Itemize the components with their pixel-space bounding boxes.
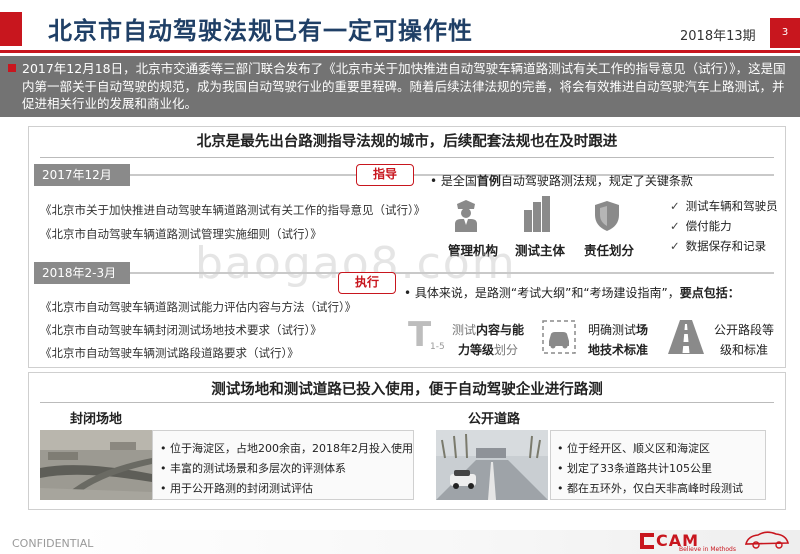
check-text: 测试车辆和驾驶员 xyxy=(685,199,778,213)
f2-line1-pre: 明确测试 xyxy=(588,323,637,337)
cam-logo-tagline: Believe in Methods xyxy=(679,546,736,553)
f1-line2-post: 划分 xyxy=(494,343,519,357)
level-range-glyph: 1-5 xyxy=(430,342,445,352)
doc-guidance-opinion: 《北京市关于加快推进自动驾驶车辆道路测试有关工作的指导意见（试行）》 xyxy=(40,203,426,217)
f2-line1-bold: 场 xyxy=(636,323,649,337)
feature-content-levels: 测试内容与能 力等级划分 xyxy=(452,320,524,360)
title-accent-bar xyxy=(0,12,22,46)
intro-text: 2017年12月18日，北京市交通委等三部门联合发布了《北京市关于加快推进自动驾… xyxy=(22,61,786,111)
doc-road-requirements: 《北京市自动驾驶车辆测试路段道路要求（试行）》 xyxy=(40,346,299,360)
closed-site-title: 封闭场地 xyxy=(70,412,123,427)
period1-point-post: 自动驾驶路测法规，规定了关键条款 xyxy=(500,174,693,188)
f3-line1: 公开路段等 xyxy=(714,323,775,337)
confidential-label: CONFIDENTIAL xyxy=(12,537,94,550)
cam-logo-mark-icon xyxy=(640,533,654,553)
f1-line2-bold: 力等级 xyxy=(458,343,495,357)
period-2018-2-3: 2018年2-3月 xyxy=(34,262,130,284)
test-sites-heading-divider xyxy=(40,402,774,403)
period-2017-12: 2017年12月 xyxy=(34,164,130,186)
public-road-item-schedule: • 都在五环外，仅白天非高峰时段测试 xyxy=(557,482,743,495)
period2-point-pre: • 具体来说，是路测“考试大纲”和“考场建设指南”， xyxy=(404,286,680,300)
check-text: 数据保存和记录 xyxy=(685,239,767,253)
period1-point-pre: • 是全国 xyxy=(430,174,477,188)
feature-road-grades: 公开路段等 级和标准 xyxy=(714,320,774,360)
doc-capability-assessment: 《北京市自动驾驶车辆道路测试能力评估内容与方法（试行）》 xyxy=(40,300,357,314)
check-icon: ✓ xyxy=(670,239,680,253)
f3-line2: 级和标准 xyxy=(720,343,769,357)
road-icon xyxy=(666,318,706,360)
intro-box: 2017年12月18日，北京市交通委等三部门联合发布了《北京市关于加快推进自动驾… xyxy=(0,56,800,117)
title-bar: 北京市自动驾驶法规已有一定可操作性 2018年13期 3 xyxy=(0,0,800,53)
f1-line1-bold: 内容与能 xyxy=(476,323,525,337)
regulations-heading-divider xyxy=(40,157,774,158)
period1-point-bold: 首例 xyxy=(476,174,501,188)
test-level-icon: T 1-5 xyxy=(408,315,445,355)
public-road-item-districts: • 位于经开区、顺义区和海淀区 xyxy=(557,442,710,455)
level-t-glyph: T xyxy=(408,315,432,355)
f2-line2-bold: 地技术标准 xyxy=(588,343,649,357)
check-item-data-records: ✓ 数据保存和记录 xyxy=(670,238,766,254)
title-divider xyxy=(0,50,800,53)
issue-date: 2018年13期 xyxy=(680,29,756,44)
check-icon: ✓ xyxy=(670,219,680,233)
period-2018-2-3-line xyxy=(130,272,774,274)
car-logo-icon xyxy=(742,528,792,554)
page-number: 3 xyxy=(770,18,800,48)
doc-closed-site-requirements: 《北京市自动驾驶车辆封闭测试场地技术要求（试行）》 xyxy=(40,323,322,337)
check-text: 偿付能力 xyxy=(685,219,732,233)
check-item-vehicle-driver: ✓ 测试车辆和驾驶员 xyxy=(670,198,778,214)
feature-site-standards: 明确测试场 地技术标准 xyxy=(588,320,648,360)
closed-site-item-scenarios: • 丰富的测试场景和多层次的评测体系 xyxy=(160,462,346,475)
page-title: 北京市自动驾驶法规已有一定可操作性 xyxy=(48,17,473,45)
execution-tag: 执行 xyxy=(338,272,396,294)
period1-point: • 是全国首例自动驾驶路测法规，规定了关键条款 xyxy=(430,172,693,189)
buildings-icon xyxy=(522,196,552,236)
regulations-heading: 北京是最先出台路测指导法规的城市，后续配套法规也在及时跟进 xyxy=(196,134,618,150)
public-road-photo xyxy=(436,430,548,504)
public-road-title: 公开道路 xyxy=(468,412,521,427)
period2-point: • 具体来说，是路测“考试大纲”和“考场建设指南”，要点包括： xyxy=(404,284,740,301)
public-road-item-length: • 划定了33条道路共计105公里 xyxy=(557,462,712,475)
check-item-solvency: ✓ 偿付能力 xyxy=(670,218,732,234)
intro-bullet xyxy=(8,64,16,72)
check-icon: ✓ xyxy=(670,199,680,213)
icon-label-liability: 责任划分 xyxy=(584,243,635,258)
icon-label-subject: 测试主体 xyxy=(515,243,566,258)
police-officer-icon xyxy=(452,198,480,236)
closed-site-item-purpose: • 用于公开路测的封闭测试评估 xyxy=(160,482,313,495)
closed-site-item-location: • 位于海淀区，占地200余亩，2018年2月投入使用 xyxy=(160,442,413,455)
closed-site-photo xyxy=(40,430,152,504)
period2-point-bold: 要点包括： xyxy=(679,286,740,300)
guidance-tag: 指导 xyxy=(356,164,414,186)
car-frame-icon xyxy=(540,318,578,360)
test-sites-heading: 测试场地和测试道路已投入使用，便于自动驾驶企业进行路测 xyxy=(211,382,603,398)
f1-line1-pre: 测试 xyxy=(452,323,477,337)
shield-icon xyxy=(594,200,620,236)
